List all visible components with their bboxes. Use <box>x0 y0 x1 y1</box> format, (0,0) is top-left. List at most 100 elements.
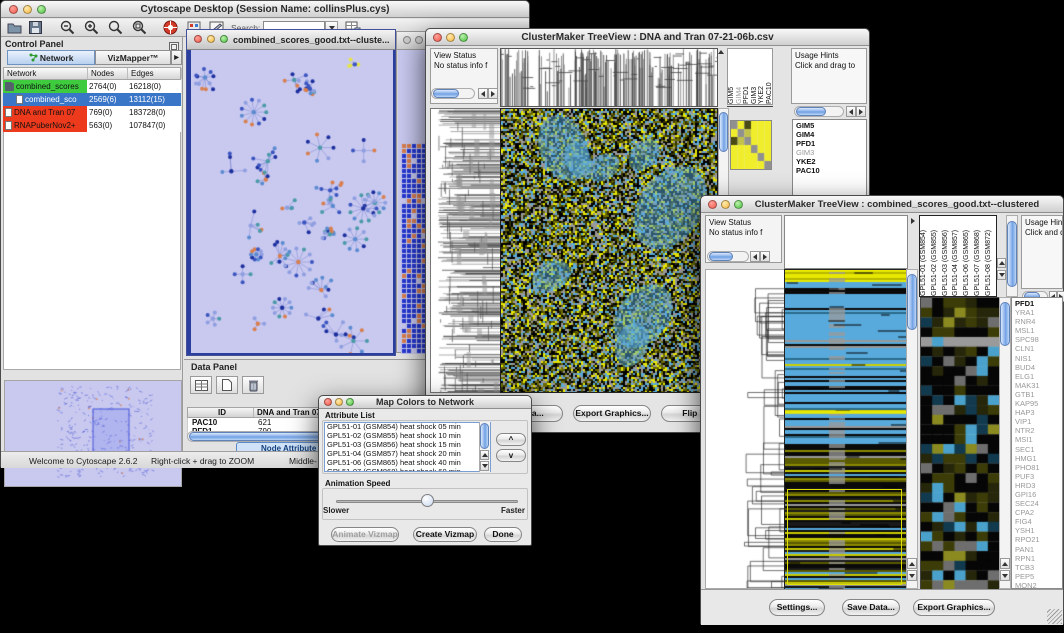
frame-titlebar[interactable]: combined_scores_good.txt--cluste... <box>187 30 395 50</box>
vscroll-thumb[interactable] <box>907 274 917 330</box>
gene-label[interactable]: KAP95 <box>1015 399 1062 408</box>
expand-right-icon[interactable] <box>911 218 915 224</box>
view-status-hscrollbar[interactable] <box>707 251 749 262</box>
column-label[interactable]: GPL51-06 (GSM865) <box>963 216 974 296</box>
gene-label[interactable]: NTR2 <box>1015 426 1062 435</box>
network-overview-canvas[interactable] <box>4 380 182 487</box>
tab-network[interactable]: Network <box>7 50 95 65</box>
gene-label[interactable]: CLN1 <box>1015 344 1062 353</box>
scroll-left-icon[interactable] <box>846 106 856 117</box>
row-dendrogram-canvas[interactable] <box>430 108 502 393</box>
export-graphics-button[interactable]: Export Graphics... <box>573 405 651 422</box>
hscroll-thumb[interactable] <box>796 107 826 116</box>
top-dendrogram-area[interactable] <box>784 215 908 269</box>
animate-vizmap-button[interactable]: Animate Vizmap <box>331 527 399 542</box>
gene-label[interactable]: GIM4 <box>796 130 866 139</box>
top-dendrogram-canvas[interactable] <box>500 48 718 107</box>
gene-label[interactable]: PUF3 <box>1015 472 1062 481</box>
column-label[interactable]: GPL51-02 (GSM855) <box>931 216 942 296</box>
gene-label[interactable]: RPN1 <box>1015 554 1062 563</box>
table-mode-icon[interactable] <box>190 376 212 394</box>
column-label[interactable]: GPL51-04 (GSM857) <box>952 216 963 296</box>
vscroll-thumb[interactable] <box>1007 221 1017 287</box>
column-label[interactable]: GIM5 <box>728 49 736 104</box>
gene-label[interactable]: BUD4 <box>1015 363 1062 372</box>
dense-network-canvas[interactable] <box>401 142 428 354</box>
gene-label[interactable]: YKE2 <box>796 157 866 166</box>
labels-vscrollbar[interactable] <box>1006 215 1018 297</box>
gene-label[interactable]: PFD1 <box>1015 299 1062 308</box>
network-row[interactable]: RNAPuberNov2+ 563(0) 107847(0) <box>3 119 181 132</box>
gene-label[interactable]: CPA2 <box>1015 508 1062 517</box>
vscroll-thumb[interactable] <box>1000 302 1010 346</box>
close-icon[interactable] <box>403 36 411 44</box>
gene-label[interactable]: SPC98 <box>1015 335 1062 344</box>
column-label[interactable]: GIM3 <box>751 49 759 104</box>
delete-attribute-icon[interactable] <box>242 376 264 394</box>
row-dendrogram-canvas[interactable] <box>737 270 785 588</box>
heatmap-canvas[interactable] <box>500 108 718 393</box>
gene-label[interactable]: MSL1 <box>1015 326 1062 335</box>
gene-label[interactable]: GIM3 <box>796 148 866 157</box>
scroll-right-icon[interactable] <box>856 106 866 117</box>
scroll-down-icon[interactable] <box>1000 570 1010 581</box>
scroll-up-icon[interactable] <box>1000 558 1010 569</box>
resize-grip[interactable] <box>1047 609 1062 624</box>
settings-button[interactable]: Settings... <box>769 599 825 616</box>
network-row[interactable]: combined_sco 2569(6) 13112(15) <box>3 93 181 106</box>
gene-label[interactable]: FIG4 <box>1015 517 1062 526</box>
scroll-left-icon[interactable] <box>478 88 488 99</box>
zoom-icon[interactable] <box>220 35 228 43</box>
gene-label[interactable]: HRD3 <box>1015 481 1062 490</box>
hscroll-thumb[interactable] <box>433 89 459 98</box>
heatmap-vscrollbar[interactable] <box>906 269 918 589</box>
gene-label[interactable]: HAP3 <box>1015 408 1062 417</box>
column-label[interactable]: PAC10 <box>766 49 774 104</box>
network-view-canvas[interactable] <box>191 50 393 353</box>
column-label[interactable]: GIM4 <box>736 49 744 104</box>
gene-label[interactable]: RNR4 <box>1015 317 1062 326</box>
column-label[interactable]: YKE2 <box>758 49 766 104</box>
global-matrix-canvas[interactable] <box>730 120 772 170</box>
gene-label[interactable]: SEC24 <box>1015 499 1062 508</box>
new-attribute-icon[interactable] <box>216 376 238 394</box>
gene-label[interactable]: SEC1 <box>1015 445 1062 454</box>
zoom-vscrollbar[interactable] <box>999 297 1011 589</box>
minimize-icon[interactable] <box>207 35 215 43</box>
speed-slider-thumb[interactable] <box>421 494 434 507</box>
vscroll-thumb[interactable] <box>480 423 489 449</box>
scroll-up-icon[interactable] <box>997 258 1006 268</box>
column-label[interactable]: GPL51-01 (GSM854) <box>920 216 931 296</box>
gene-label[interactable]: PEP5 <box>1015 572 1062 581</box>
column-label[interactable]: GPL51-08 (GSM872) <box>985 216 996 296</box>
gene-label[interactable]: ELG1 <box>1015 372 1062 381</box>
network-table-header[interactable]: Network Nodes Edges <box>3 67 181 80</box>
move-down-button[interactable]: v <box>496 449 526 462</box>
gene-label[interactable]: GTB1 <box>1015 390 1062 399</box>
network-row[interactable]: combined_scores 2764(0) 16218(0) <box>3 80 181 93</box>
scroll-right-icon[interactable] <box>760 251 770 262</box>
heatmap-canvas[interactable] <box>784 269 907 591</box>
gene-label[interactable]: GPI16 <box>1015 490 1062 499</box>
minimize-icon[interactable] <box>415 36 423 44</box>
gene-label[interactable]: YSH1 <box>1015 526 1062 535</box>
scroll-up-icon[interactable] <box>718 50 724 54</box>
treeview2-titlebar[interactable]: ClusterMaker TreeView : combined_scores_… <box>701 196 1063 213</box>
gene-label[interactable]: PAC10 <box>796 166 866 175</box>
export-graphics-button[interactable]: Export Graphics... <box>913 599 995 616</box>
column-label[interactable]: GPL51-03 (GSM856) <box>942 216 953 296</box>
gene-label[interactable]: PHO81 <box>1015 463 1062 472</box>
attribute-item[interactable]: GPL51-07 (GSM868) heat shock 60 min <box>325 468 490 472</box>
main-titlebar[interactable]: Cytoscape Desktop (Session Name: collins… <box>1 1 529 18</box>
done-button[interactable]: Done <box>484 527 522 542</box>
create-vizmap-button[interactable]: Create Vizmap <box>413 527 477 542</box>
network-row[interactable]: DNA and Tran 07 769(0) 183728(0) <box>3 106 181 119</box>
dialog-titlebar[interactable]: Map Colors to Network <box>319 396 531 409</box>
gene-label[interactable]: TCB3 <box>1015 563 1062 572</box>
attribute-list[interactable]: GPL51-01 (GSM854) heat shock 05 minGPL51… <box>324 422 491 472</box>
gene-label[interactable]: GIM5 <box>796 121 866 130</box>
gene-label[interactable]: YRA1 <box>1015 308 1062 317</box>
view-status-hscrollbar[interactable] <box>431 88 475 99</box>
scroll-right-icon[interactable] <box>488 88 498 99</box>
treeview1-titlebar[interactable]: ClusterMaker TreeView : DNA and Tran 07-… <box>426 29 869 46</box>
